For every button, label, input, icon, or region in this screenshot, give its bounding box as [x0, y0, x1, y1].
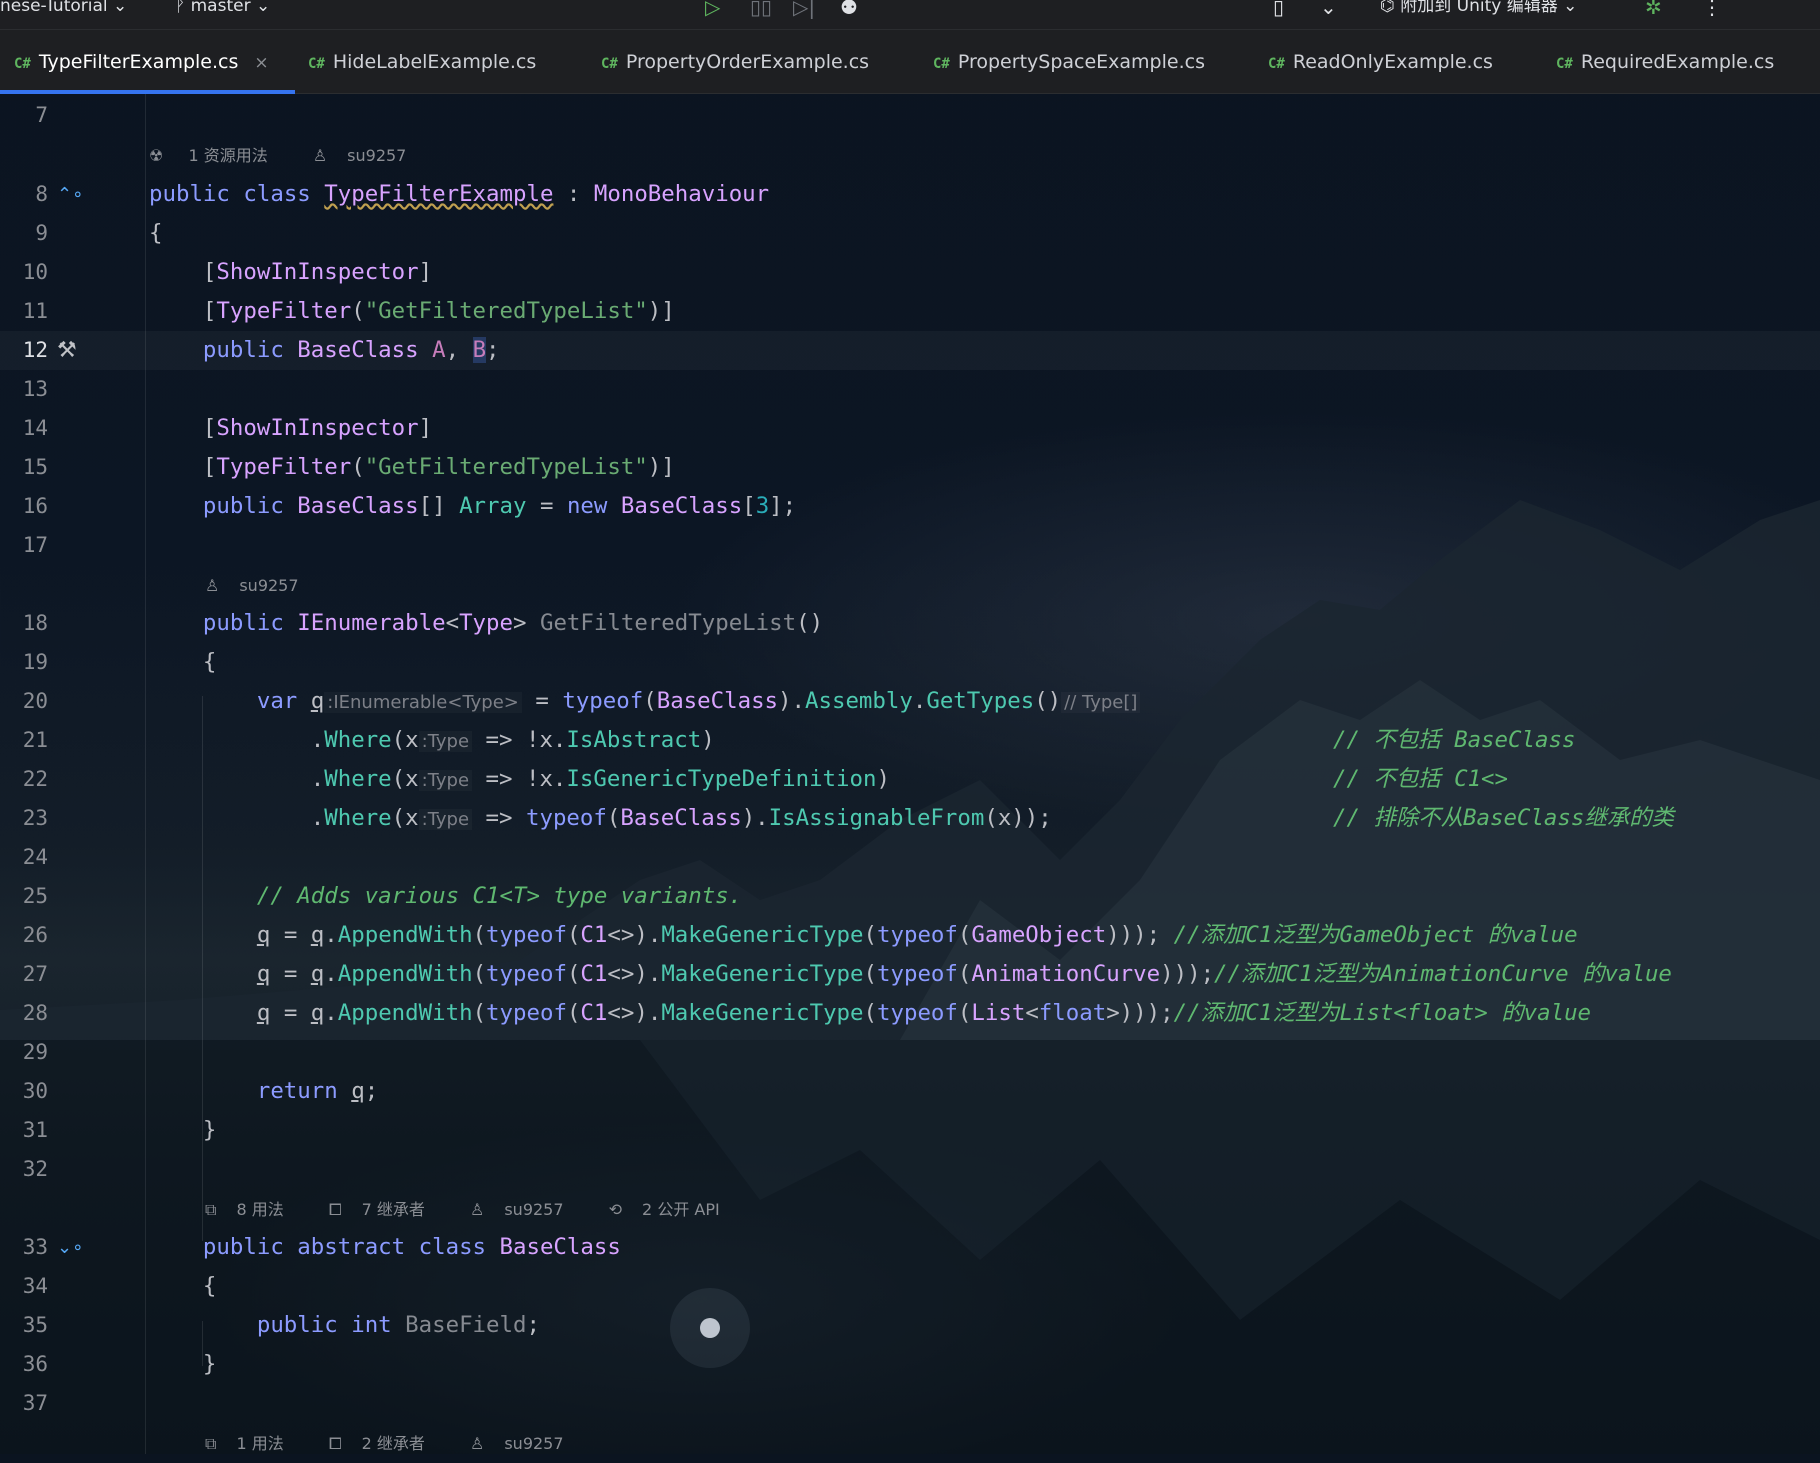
csharp-file-icon: C#	[933, 56, 950, 72]
tab-requiredexample[interactable]: C# RequiredExample.cs	[1556, 30, 1774, 94]
code-line[interactable]: 30 return q;	[0, 1072, 1820, 1111]
user-icon: ♙	[312, 146, 328, 165]
code-line[interactable]: 15 [TypeFilter("GetFilteredTypeList")]	[0, 448, 1820, 487]
code-line[interactable]: 11 [TypeFilter("GetFilteredTypeList")]	[0, 292, 1820, 331]
editor-tab-bar: C# TypeFilterExample.cs × C# HideLabelExamp…	[0, 30, 1820, 94]
code-vision-hint[interactable]: ☢ 1 资源用法 ♙ su9257	[149, 136, 446, 175]
attach-icon: ⌬	[1380, 0, 1395, 16]
top-toolbar: nese-Tutorial ⌄ ᚹ master ⌄ ▷ ▯▯ ▷| ⚉ ▯ ⌄…	[0, 0, 1820, 30]
branch-icon: ᚹ	[175, 0, 186, 16]
implemented-icon[interactable]: ⌄∘	[57, 1228, 83, 1267]
code-line[interactable]: 29	[0, 1033, 1820, 1072]
close-icon[interactable]: ×	[254, 53, 268, 73]
hammer-icon[interactable]: ⚒	[57, 331, 77, 370]
author-hint[interactable]: ♙ su9257	[470, 1200, 584, 1219]
code-line[interactable]: 35 public int BaseField;	[0, 1306, 1820, 1345]
code-line[interactable]: 32	[0, 1150, 1820, 1189]
csharp-file-icon: C#	[1268, 56, 1285, 72]
project-selector[interactable]: nese-Tutorial ⌄	[0, 0, 127, 30]
pause-icon[interactable]: ▯▯	[750, 0, 772, 30]
code-line[interactable]: 8 ⌃∘ public class TypeFilterExample : Mo…	[0, 175, 1820, 214]
csharp-file-icon: C#	[308, 56, 325, 72]
tab-hidelabelexample[interactable]: C# HideLabelExample.cs	[308, 30, 536, 94]
code-vision-hint[interactable]: ♙ su9257	[205, 566, 339, 605]
unity-event-icon[interactable]: ⌃∘	[57, 175, 83, 214]
usages-hint[interactable]: ⧉ 8 用法	[205, 1200, 304, 1219]
code-line[interactable]: 19 {	[0, 643, 1820, 682]
inheritors-hint[interactable]: ⧠ 7 继承者	[329, 1200, 445, 1219]
code-line[interactable]: 26 q = q.AppendWith(typeof(C1<>).MakeGen…	[0, 916, 1820, 955]
code-line[interactable]: 16 public BaseClass[] Array = new BaseCl…	[0, 487, 1820, 526]
code-editor[interactable]: 7 ☢ 1 资源用法 ♙ su9257 8 ⌃∘ public class Typ…	[0, 94, 1820, 1454]
usages-hint[interactable]: ⧉ 1 用法	[205, 1434, 304, 1453]
code-line-current[interactable]: 12 ⚒ public BaseClass A, B;	[0, 331, 1820, 370]
unity-icon: ☢	[149, 146, 164, 165]
user-icon: ♙	[470, 1434, 485, 1453]
csharp-file-icon: C#	[601, 56, 618, 72]
code-line[interactable]: 14 [ShowInInspector]	[0, 409, 1820, 448]
author-hint[interactable]: ♙ su9257	[470, 1434, 584, 1453]
code-line[interactable]: 9 {	[0, 214, 1820, 253]
chevron-down-icon: ⌄	[113, 0, 128, 16]
tab-propertyorderexample[interactable]: C# PropertyOrderExample.cs	[601, 30, 869, 94]
code-line[interactable]: 25 // Adds various C1<T> type variants.	[0, 877, 1820, 916]
author-hint[interactable]: ♙ su9257	[313, 146, 427, 165]
code-line[interactable]: 7	[0, 96, 1820, 135]
csharp-file-icon: C#	[14, 56, 31, 72]
more-options-icon[interactable]: ⋮	[1702, 0, 1722, 30]
tab-propertyspaceexample[interactable]: C# PropertySpaceExample.cs	[933, 30, 1205, 94]
code-line[interactable]: 20 var q:IEnumerable<Type> = typeof(Base…	[0, 682, 1820, 721]
code-line[interactable]: 24	[0, 838, 1820, 877]
code-line[interactable]: 23 .Where(x:Type => typeof(BaseClass).Is…	[0, 799, 1820, 838]
code-line[interactable]: 18 public IEnumerable<Type> GetFilteredT…	[0, 604, 1820, 643]
chevron-down-icon: ⌄	[255, 0, 271, 16]
code-line[interactable]: 36 }	[0, 1345, 1820, 1384]
code-vision-hint[interactable]: ⧉ 8 用法 ⧠ 7 继承者 ♙ su9257 ⟲ 2 公开 API	[205, 1190, 760, 1229]
code-line[interactable]: 22 .Where(x:Type => !x.IsGenericTypeDefi…	[0, 760, 1820, 799]
tab-typefilterexample[interactable]: C# TypeFilterExample.cs ×	[0, 30, 295, 94]
user-icon: ♙	[205, 576, 220, 595]
code-line[interactable]: 17	[0, 526, 1820, 565]
author-hint[interactable]: ♙ su9257	[205, 576, 319, 595]
branch-selector[interactable]: ᚹ master ⌄	[175, 0, 270, 30]
code-line[interactable]: 13	[0, 370, 1820, 409]
chevron-down-icon[interactable]: ⌄	[1320, 0, 1337, 30]
code-line[interactable]: 21 .Where(x:Type => !x.IsAbstract) // 不包…	[0, 721, 1820, 760]
public-api-hint[interactable]: ⟲ 2 公开 API	[609, 1200, 740, 1219]
inheritors-hint[interactable]: ⧠ 2 继承者	[329, 1434, 445, 1453]
run-icon[interactable]: ▷	[705, 0, 720, 30]
usage-icon: ⧉	[205, 1434, 217, 1453]
unity-debug-icon[interactable]: ⚉	[840, 0, 858, 30]
device-icon[interactable]: ▯	[1273, 0, 1284, 30]
code-line[interactable]: 10 [ShowInInspector]	[0, 253, 1820, 292]
step-icon[interactable]: ▷|	[793, 0, 815, 30]
user-icon: ♙	[470, 1200, 485, 1219]
debug-bug-icon[interactable]: ✲	[1645, 0, 1662, 30]
attach-unity-button[interactable]: ⌬ 附加到 Unity 编辑器 ⌄	[1380, 0, 1577, 30]
chevron-down-icon: ⌄	[1563, 0, 1578, 16]
usage-icon: ⧉	[205, 1200, 217, 1219]
asset-usage-hint[interactable]: ☢ 1 资源用法	[149, 146, 288, 165]
inheritor-icon: ⧠	[328, 1200, 342, 1219]
code-line[interactable]: 31 }	[0, 1111, 1820, 1150]
tab-readonlyexample[interactable]: C# ReadOnlyExample.cs	[1268, 30, 1493, 94]
api-icon: ⟲	[608, 1200, 623, 1219]
inheritor-icon: ⧠	[328, 1434, 342, 1453]
code-line[interactable]: 28 q = q.AppendWith(typeof(C1<>).MakeGen…	[0, 994, 1820, 1033]
csharp-file-icon: C#	[1556, 56, 1573, 72]
code-line[interactable]: 37	[0, 1384, 1820, 1423]
code-vision-hint[interactable]: ⧉ 1 用法 ⧠ 2 继承者 ♙ su9257	[205, 1424, 604, 1463]
code-line[interactable]: 34 {	[0, 1267, 1820, 1306]
code-line[interactable]: 33 ⌄∘ public abstract class BaseClass	[0, 1228, 1820, 1267]
code-line[interactable]: 27 q = q.AppendWith(typeof(C1<>).MakeGen…	[0, 955, 1820, 994]
